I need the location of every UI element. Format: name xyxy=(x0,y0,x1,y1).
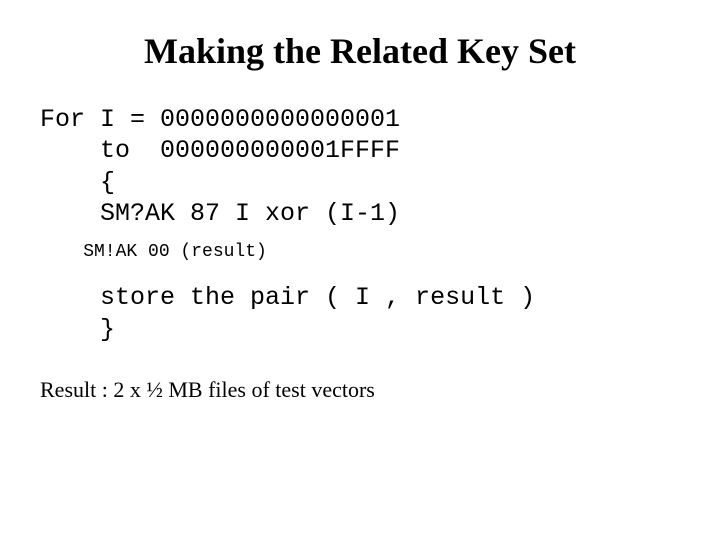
code-line-4: SM?AK 87 I xor (I-1) xyxy=(40,198,685,229)
code-line-2: to 000000000001FFFF xyxy=(40,135,685,166)
code-line-3: { xyxy=(40,167,685,198)
result-text: Result : 2 x ½ MB files of test vectors xyxy=(40,377,685,403)
code-line-6: store the pair ( I , result ) xyxy=(40,282,685,313)
code-line-1: For I = 0000000000000001 xyxy=(40,104,685,135)
code-line-5: SM!AK 00 (result) xyxy=(40,241,685,264)
code-line-7: } xyxy=(40,314,685,345)
slide-title: Making the Related Key Set xyxy=(35,30,685,72)
